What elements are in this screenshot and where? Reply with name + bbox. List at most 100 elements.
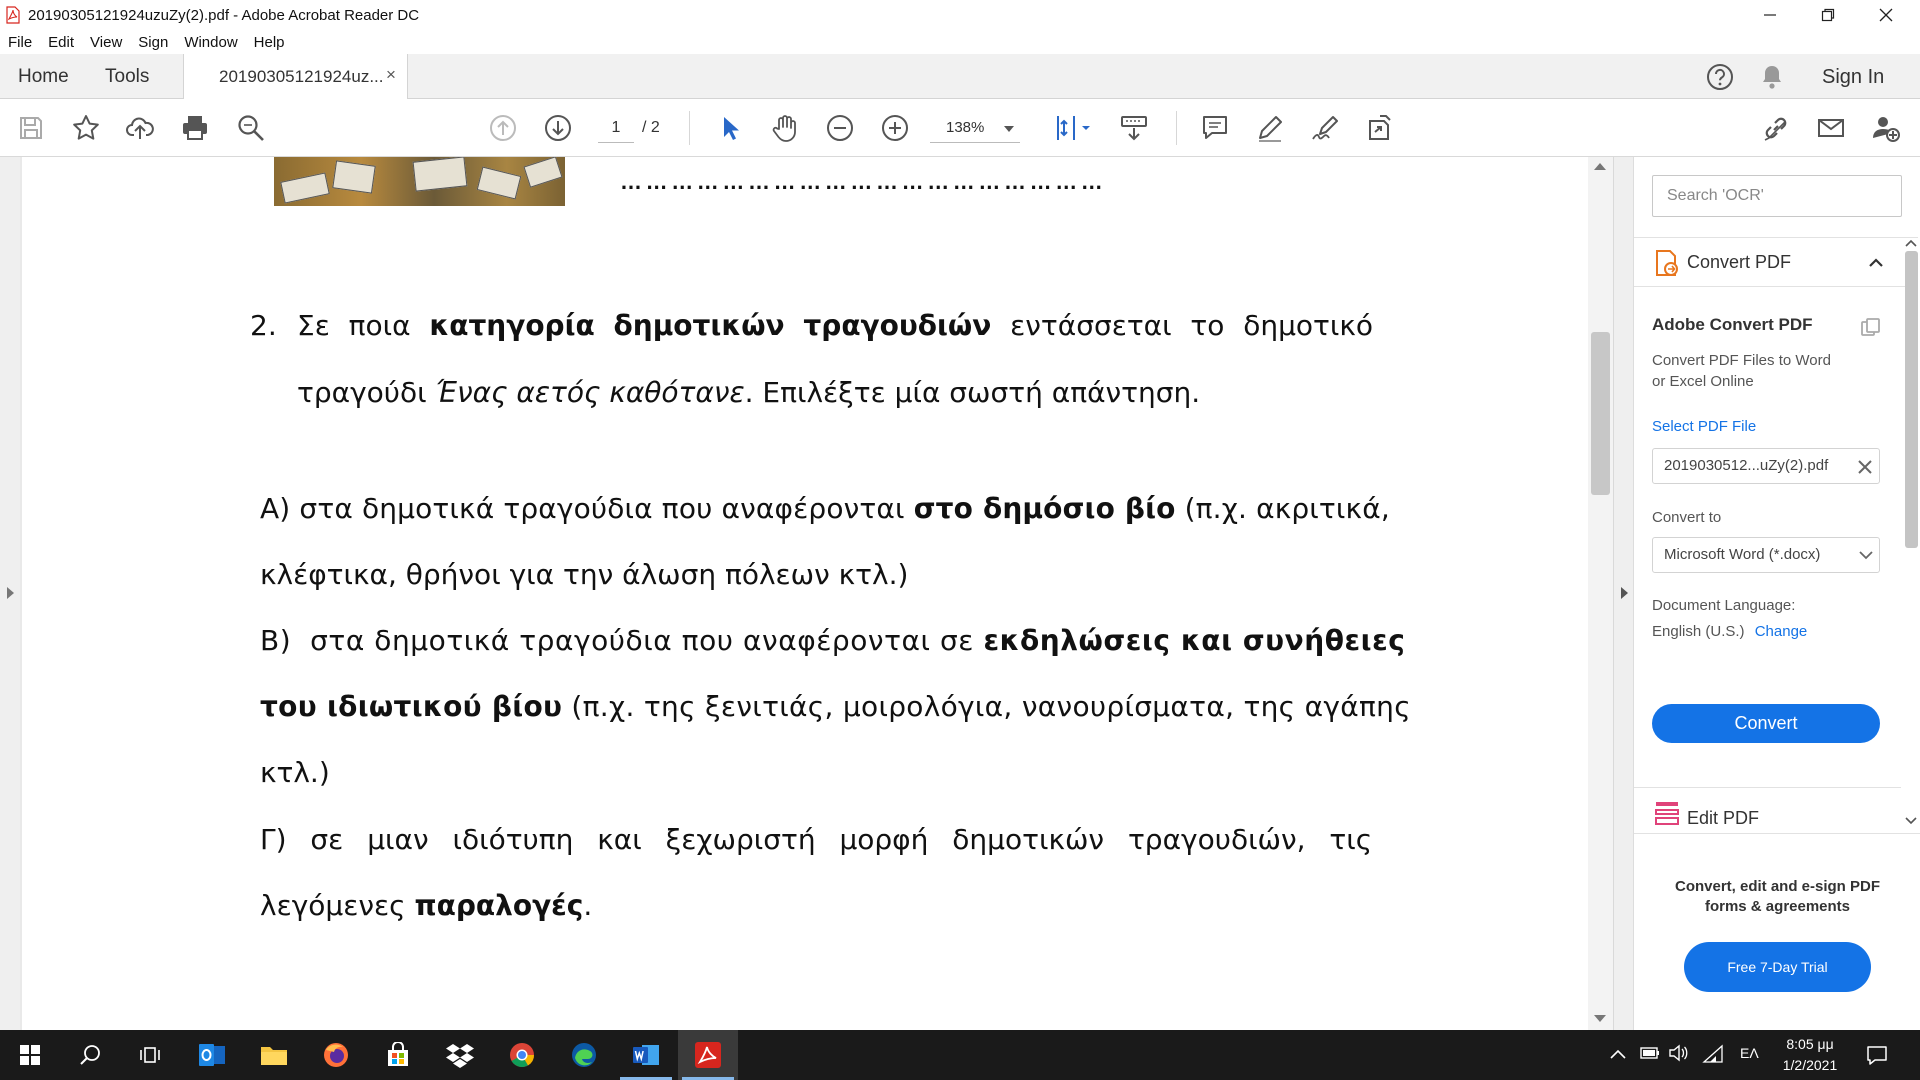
bookmark-button[interactable] [68,110,104,146]
zoom-out-button[interactable] [822,110,858,146]
taskbar-dropbox[interactable] [430,1030,490,1080]
send-link-button[interactable] [1758,110,1794,146]
question-text: τραγούδι [297,376,436,409]
convert-pdf-label: Convert PDF [1687,252,1792,272]
comment-button[interactable] [1197,110,1233,146]
next-page-button[interactable] [540,110,576,146]
sign-in-button[interactable]: Sign In [1822,66,1884,89]
convert-button[interactable]: Convert [1652,704,1880,743]
taskbar-store[interactable] [368,1030,428,1080]
song-title: Ένας αετός καθότανε [435,376,745,409]
menu-edit[interactable]: Edit [48,34,74,51]
hand-tool-button[interactable] [767,110,803,146]
sign-button[interactable] [1307,110,1343,146]
selected-file-field[interactable]: 2019030512...uZy(2).pdf [1652,448,1880,484]
free-trial-button[interactable]: Free 7-Day Trial [1684,942,1871,992]
select-tool-button[interactable] [712,110,748,146]
collapse-right-icon [1621,587,1628,599]
show-hidden-icons-chevron-icon[interactable] [1610,1049,1626,1059]
tab-document[interactable]: 20190305121924uz... × [183,54,408,100]
convert-pdf-header[interactable]: Convert PDF [1634,237,1918,287]
task-view-button[interactable] [120,1030,180,1080]
edit-pdf-tool[interactable]: Edit PDF [1634,787,1901,833]
taskbar-outlook[interactable] [182,1030,242,1080]
close-tab-icon[interactable]: × [386,65,396,85]
zoom-in-button[interactable] [877,110,913,146]
battery-icon[interactable] [1640,1046,1660,1060]
taskbar-word[interactable] [616,1030,676,1080]
change-language-link[interactable]: Change [1755,623,1808,640]
option-text-bold: στο δημόσιο βίο [913,492,1176,525]
scroll-down-arrow-icon[interactable] [1594,1015,1606,1022]
menu-file[interactable]: File [8,34,32,51]
action-center-icon[interactable] [1866,1044,1888,1066]
input-language-indicator[interactable]: ΕΛ [1740,1045,1759,1061]
question-word: το [1190,309,1225,342]
tools-pane-scrollbar[interactable] [1901,237,1920,827]
scroll-up-arrow-icon[interactable] [1594,163,1606,170]
email-button[interactable] [1813,110,1849,146]
expand-left-icon [7,587,14,599]
previous-page-button[interactable] [485,110,521,146]
total-pages: / 2 [642,119,660,136]
upload-button[interactable] [122,110,158,146]
document-scrollbar[interactable] [1588,157,1613,1030]
document-language-row: English (U.S.) Change [1652,623,1807,640]
promo-text: Convert, edit and e-sign PDF forms & agr… [1634,877,1920,917]
scroll-down-arrow-icon[interactable] [1905,817,1917,825]
collapse-pane-toggle[interactable] [1614,157,1634,1030]
restore-button[interactable] [1799,0,1857,30]
add-user-button[interactable] [1868,110,1904,146]
menu-window[interactable]: Window [184,34,237,51]
document-viewer[interactable]: ………………………………………………… 2. Σε ποια κατηγορία… [0,157,1613,1030]
tab-home[interactable]: Home [18,54,69,99]
remove-file-icon[interactable] [1858,460,1872,474]
menu-sign[interactable]: Sign [138,34,168,51]
tool-search-input[interactable]: Search 'OCR' [1652,175,1902,217]
find-button[interactable] [233,110,269,146]
option-text: (π.χ. της ξενιτιάς, μοιρολόγια, νανουρίσ… [562,690,1411,723]
left-pane-toggle[interactable] [0,157,20,1030]
convert-format-dropdown[interactable]: Microsoft Word (*.docx) [1652,537,1880,573]
wifi-icon[interactable] [1702,1044,1724,1064]
question-word-bold: τραγουδιών [803,309,992,342]
signature-pen-icon [1312,116,1338,140]
scrollbar-thumb[interactable] [1905,251,1918,548]
minimize-button[interactable] [1741,0,1799,30]
volume-icon[interactable] [1668,1044,1688,1062]
print-button[interactable] [177,110,213,146]
arrow-up-circle-icon [490,115,516,141]
taskbar-firefox[interactable] [306,1030,366,1080]
scroll-up-arrow-icon[interactable] [1905,239,1917,247]
page-number-input[interactable]: 1 [598,113,634,143]
page-display-button[interactable] [1048,110,1096,146]
question-word: ποια [348,309,411,342]
notifications-bell-icon[interactable] [1760,63,1784,91]
start-button[interactable] [0,1030,60,1080]
task-view-icon [140,1047,160,1063]
taskbar-acrobat[interactable] [678,1030,738,1080]
option-a-line-1: Α) στα δημοτικά τραγούδια που αναφέροντα… [260,492,1390,525]
taskbar-edge[interactable] [554,1030,614,1080]
scrollbar-thumb[interactable] [1591,332,1610,495]
taskbar-search-button[interactable] [60,1030,120,1080]
option-c-line-2: λεγόμενες παραλογές. [260,889,592,922]
fit-page-icon [1057,116,1090,140]
scroll-mode-button[interactable] [1116,110,1152,146]
select-pdf-file-link[interactable]: Select PDF File [1652,418,1756,435]
taskbar-chrome[interactable] [492,1030,552,1080]
system-clock[interactable]: 8:05 μμ 1/2/2021 [1768,1034,1852,1076]
tab-tools[interactable]: Tools [105,54,149,99]
window-title: 20190305121924uzuZy(2).pdf - Adobe Acrob… [28,6,420,24]
taskbar-file-explorer[interactable] [244,1030,304,1080]
help-icon[interactable] [1706,63,1734,91]
menu-help[interactable]: Help [254,34,285,51]
close-window-button[interactable] [1857,0,1915,30]
menu-view[interactable]: View [90,34,122,51]
link-icon [1764,117,1787,141]
share-button[interactable] [1362,110,1398,146]
email-icon [1818,119,1844,137]
save-button[interactable] [13,110,49,146]
zoom-level-dropdown[interactable]: 138% [930,113,1020,143]
highlight-button[interactable] [1252,110,1288,146]
